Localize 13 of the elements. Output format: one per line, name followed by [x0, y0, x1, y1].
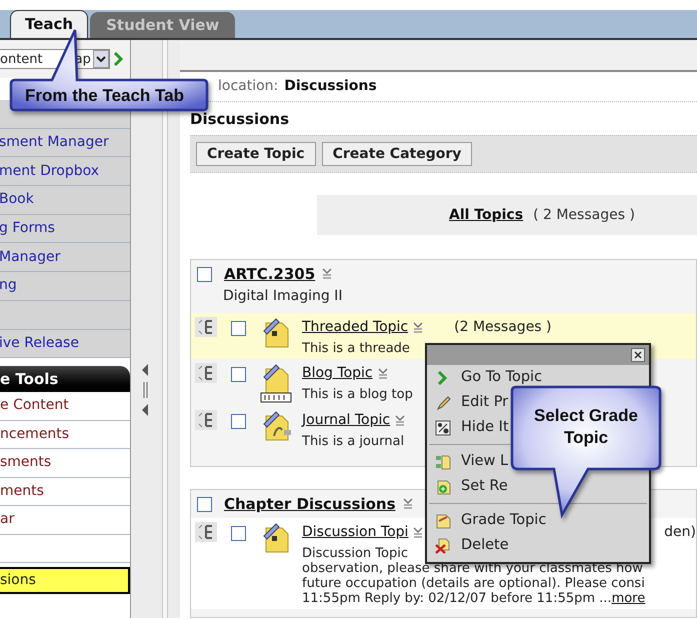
callout-text: Select Grade Topic — [533, 405, 639, 449]
page-heading: Discussions — [190, 108, 290, 130]
message-count: (2 Messages ) — [454, 318, 552, 337]
location-value: Discussions — [284, 77, 377, 96]
category-description: Digital Imaging II — [222, 287, 342, 306]
tools-header: e Tools — [0, 366, 130, 392]
location-label: location: — [218, 77, 278, 96]
message-count: ( 2 Messages ) — [533, 206, 635, 224]
topic-description: This is a blog top — [302, 387, 413, 402]
callout-text: From the Teach Tab — [25, 85, 184, 107]
topic-description: This is a threade — [302, 341, 410, 356]
topic-description: This is a journal — [302, 434, 404, 449]
topic-status: den) — [664, 523, 696, 542]
